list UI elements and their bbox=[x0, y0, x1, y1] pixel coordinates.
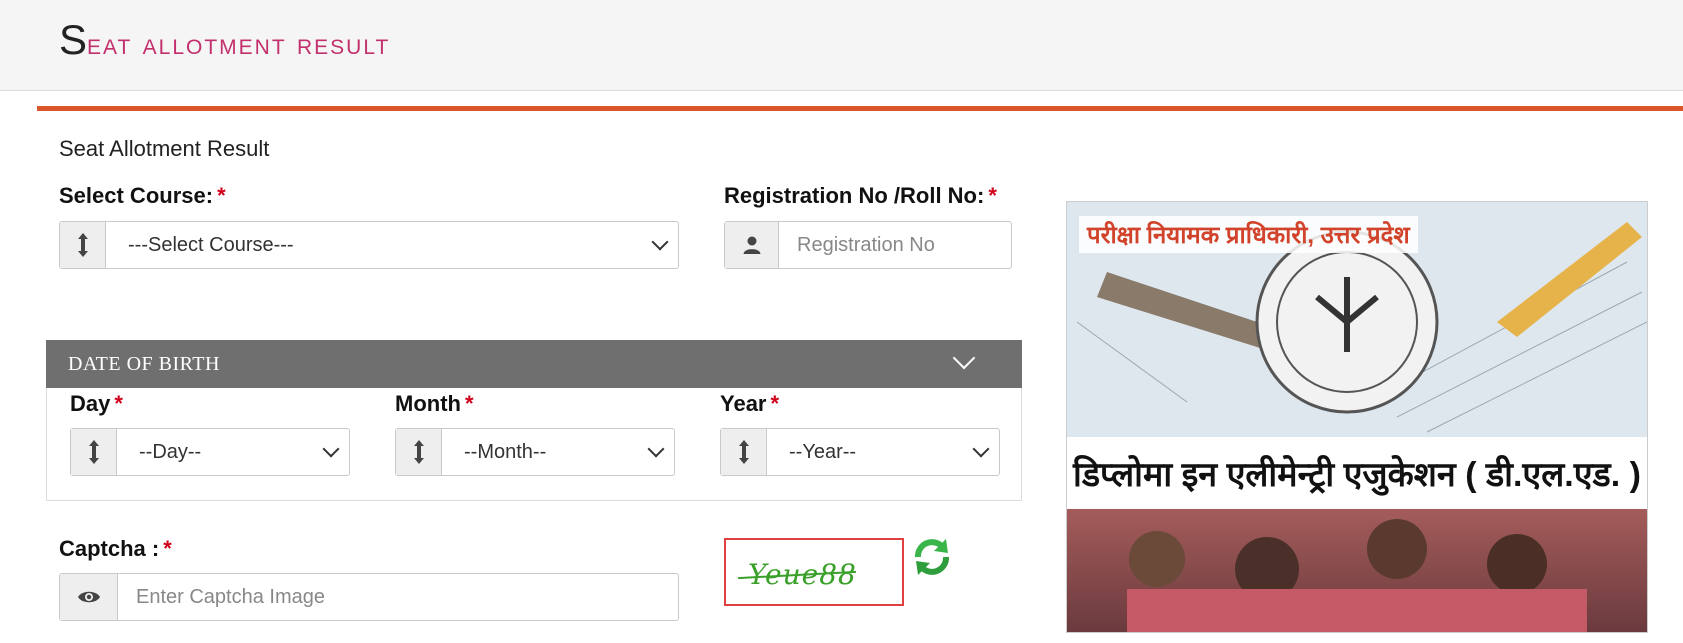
year-label: Year * bbox=[720, 391, 779, 417]
panel-accent-bar bbox=[37, 106, 1683, 111]
captcha-image: Yeue88 bbox=[724, 538, 904, 606]
required-mark: * bbox=[163, 536, 172, 561]
dob-section-header[interactable]: DATE OF BIRTH bbox=[46, 340, 1022, 388]
page-title-rest: EAT ALLOTMENT RESULT bbox=[87, 28, 391, 61]
user-icon bbox=[725, 222, 779, 268]
year-select[interactable]: --Year-- bbox=[720, 428, 1000, 476]
year-label-text: Year bbox=[720, 391, 767, 416]
students-illustration bbox=[1127, 519, 1587, 632]
chevron-down-icon bbox=[322, 440, 340, 458]
chevron-down-icon bbox=[972, 440, 990, 458]
dob-section-title: DATE OF BIRTH bbox=[68, 353, 220, 375]
required-mark: * bbox=[217, 183, 226, 208]
course-select-value: ---Select Course--- bbox=[128, 233, 294, 256]
required-mark: * bbox=[770, 391, 780, 416]
vertical-arrows-icon bbox=[396, 429, 442, 475]
refresh-icon[interactable] bbox=[910, 535, 954, 579]
chevron-down-icon bbox=[651, 233, 669, 251]
chevron-down-icon bbox=[647, 440, 665, 458]
eye-icon bbox=[60, 574, 118, 620]
students-photo bbox=[1067, 509, 1647, 632]
page-title-first-letter: S bbox=[59, 16, 88, 63]
panel-heading: Seat Allotment Result bbox=[59, 136, 270, 161]
course-label-text: Select Course: bbox=[59, 183, 214, 208]
deled-promo-image: परीक्षा नियामक प्राधिकारी, उत्तर प्रदेश … bbox=[1066, 201, 1648, 633]
registration-label: Registration No /Roll No: * bbox=[724, 183, 997, 209]
course-select[interactable]: ---Select Course--- bbox=[59, 221, 679, 269]
captcha-label: Captcha : * bbox=[59, 536, 172, 562]
captcha-field[interactable]: Enter Captcha Image bbox=[59, 573, 679, 621]
page-title: SEAT ALLOTMENT RESULT bbox=[59, 16, 390, 64]
year-select-value: --Year-- bbox=[789, 440, 857, 463]
month-label: Month * bbox=[395, 391, 474, 417]
required-mark: * bbox=[464, 391, 474, 416]
promo-caption-band: डिप्लोमा इन एलीमेन्ट्री एजुकेशन ( डी.एल.… bbox=[1067, 437, 1647, 509]
promo-header-text: परीक्षा नियामक प्राधिकारी, उत्तर प्रदेश bbox=[1079, 216, 1418, 253]
vertical-arrows-icon bbox=[721, 429, 767, 475]
month-select-value: --Month-- bbox=[464, 440, 547, 463]
captcha-input[interactable]: Enter Captcha Image bbox=[118, 574, 678, 620]
day-select-value: --Day-- bbox=[139, 440, 202, 463]
vertical-arrows-icon bbox=[60, 222, 106, 268]
page-header: SEAT ALLOTMENT RESULT bbox=[0, 0, 1683, 91]
required-mark: * bbox=[988, 183, 997, 208]
chevron-down-icon[interactable] bbox=[952, 346, 976, 370]
registration-field[interactable]: Registration No bbox=[724, 221, 1012, 269]
captcha-label-text: Captcha : bbox=[59, 536, 160, 561]
day-label-text: Day bbox=[70, 391, 111, 416]
month-label-text: Month bbox=[395, 391, 461, 416]
registration-label-text: Registration No /Roll No: bbox=[724, 183, 985, 208]
required-mark: * bbox=[114, 391, 123, 416]
day-select[interactable]: --Day-- bbox=[70, 428, 350, 476]
course-label: Select Course: * bbox=[59, 183, 226, 209]
day-label: Day * bbox=[70, 391, 123, 417]
registration-input[interactable]: Registration No bbox=[779, 222, 1011, 268]
month-select[interactable]: --Month-- bbox=[395, 428, 675, 476]
captcha-placeholder: Enter Captcha Image bbox=[136, 585, 325, 608]
promo-caption: डिप्लोमा इन एलीमेन्ट्री एजुकेशन ( डी.एल.… bbox=[1073, 456, 1641, 494]
vertical-arrows-icon bbox=[71, 429, 117, 475]
registration-placeholder: Registration No bbox=[797, 233, 935, 256]
